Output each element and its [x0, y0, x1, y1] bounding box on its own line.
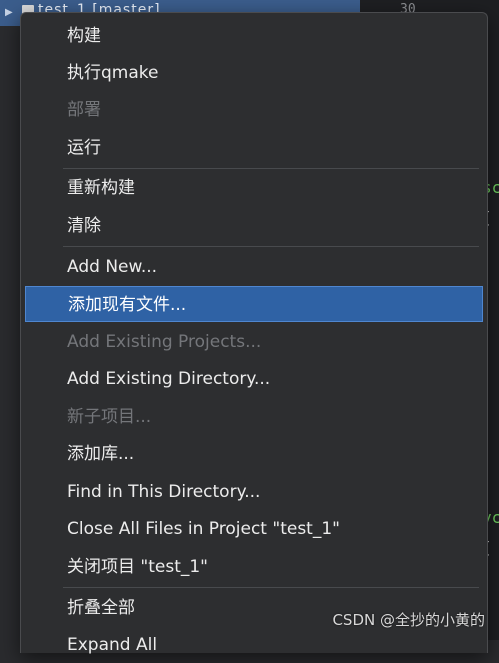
- menu-item-rebuild[interactable]: 重新构建: [21, 170, 487, 206]
- menu-separator: [63, 246, 479, 247]
- menu-item-add-new[interactable]: Add New...: [21, 249, 487, 285]
- menu-item-add-library[interactable]: 添加库...: [21, 436, 487, 472]
- menu-item-clean[interactable]: 清除: [21, 208, 487, 244]
- menu-item-add-existing-directory[interactable]: Add Existing Directory...: [21, 361, 487, 397]
- watermark: CSDN @全抄的小黄的: [332, 611, 485, 629]
- menu-item-add-existing-files[interactable]: 添加现有文件...: [25, 286, 483, 322]
- menu-item-add-existing-projects: Add Existing Projects...: [67, 332, 262, 352]
- menu-item-close-all-files[interactable]: Close All Files in Project "test_1": [21, 511, 487, 547]
- context-menu: 构建 执行qmake 部署 运行 重新构建 清除 Add New... 添加现有…: [20, 12, 488, 655]
- menu-item-deploy: 部署: [67, 100, 101, 120]
- menu-item-run-qmake[interactable]: 执行qmake: [21, 55, 487, 91]
- menu-item-run[interactable]: 运行: [21, 130, 487, 166]
- menu-separator: [63, 168, 479, 169]
- menu-item-new-subproject: 新子项目...: [67, 407, 152, 427]
- menu-item-build[interactable]: 构建: [21, 18, 487, 54]
- menu-item-expand-all[interactable]: Expand All: [21, 627, 487, 663]
- menu-item-find-in-directory[interactable]: Find in This Directory...: [21, 474, 487, 510]
- expand-arrow-icon[interactable]: ▶: [5, 7, 13, 18]
- menu-item-close-project[interactable]: 关闭项目 "test_1": [21, 549, 487, 585]
- menu-separator: [63, 587, 479, 588]
